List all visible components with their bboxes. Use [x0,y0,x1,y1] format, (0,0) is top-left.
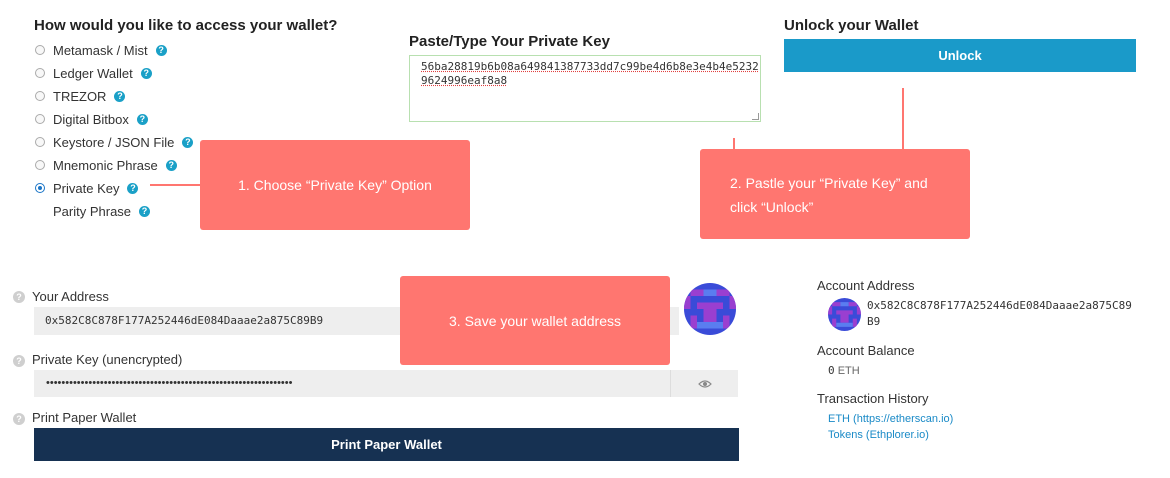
access-option-metamask-mist[interactable]: Metamask / Mist? [35,41,167,59]
access-option-label: Private Key [53,180,120,196]
toggle-visibility-button[interactable] [670,370,738,397]
help-icon[interactable]: ? [127,182,139,194]
access-option-parity-phrase[interactable]: Parity Phrase? [53,202,151,220]
identicon-avatar [684,283,736,335]
access-option-private-key[interactable]: Private Key? [35,179,139,197]
radio-button[interactable] [35,45,45,55]
resize-handle-icon[interactable] [752,113,759,120]
access-option-mnemonic-phrase[interactable]: Mnemonic Phrase? [35,156,177,174]
radio-button[interactable] [35,160,45,170]
access-option-label: Parity Phrase [53,203,132,219]
radio-button[interactable] [35,91,45,101]
help-icon[interactable]: ? [165,159,177,171]
help-icon[interactable]: ? [155,44,167,56]
access-option-keystore-json-file[interactable]: Keystore / JSON File? [35,133,194,151]
transaction-history-title: Transaction History [817,391,929,406]
access-option-label: Digital Bitbox [53,111,129,127]
etherscan-link[interactable]: ETH (https://etherscan.io) [828,413,953,425]
access-title: How would you like to access your wallet… [34,17,338,34]
callout-step-2: 2. Pastle your “Private Key” and click “… [700,149,970,239]
radio-button[interactable] [35,137,45,147]
radio-button[interactable] [35,68,45,78]
help-icon[interactable]: ? [114,90,126,102]
unlock-title: Unlock your Wallet [784,17,919,34]
radio-button[interactable] [35,114,45,124]
account-address-value: 0x582C8C878F177A252446dE084Daaae2a875C89… [867,299,1132,328]
help-icon[interactable]: ? [13,355,25,367]
private-key-label: Private Key (unencrypted) [32,352,183,367]
help-icon[interactable]: ? [182,136,194,148]
access-option-label: Metamask / Mist [53,42,148,58]
print-paper-wallet-button[interactable]: Print Paper Wallet [34,428,739,461]
radio-button[interactable] [35,183,45,193]
access-option-trezor[interactable]: TREZOR? [35,87,126,105]
callout-step-3: 3. Save your wallet address [400,276,670,365]
access-option-label: Ledger Wallet [53,65,133,81]
help-icon[interactable]: ? [13,291,25,303]
account-balance-title: Account Balance [817,343,915,358]
access-option-label: TREZOR [53,88,107,104]
callout-step-1: 1. Choose “Private Key” Option [200,140,470,230]
private-key-textarea[interactable]: 56ba28819b6b08a649841387733dd7c99be4d6b8… [409,55,761,122]
access-option-label: Mnemonic Phrase [53,157,158,173]
private-key-value: 56ba28819b6b08a649841387733dd7c99be4d6b8… [421,60,759,87]
help-icon[interactable]: ? [136,113,148,125]
private-key-title: Paste/Type Your Private Key [409,33,610,50]
private-key-field[interactable]: ••••••••••••••••••••••••••••••••••••••••… [34,370,670,397]
unlock-button[interactable]: Unlock [784,39,1136,72]
access-option-label: Keystore / JSON File [53,134,175,150]
account-balance-value: 0 ETH [828,364,860,377]
help-icon[interactable]: ? [139,205,151,217]
access-option-digital-bitbox[interactable]: Digital Bitbox? [35,110,148,128]
identicon-small [828,298,861,331]
ethplorer-link[interactable]: Tokens (Ethplorer.io) [828,429,929,441]
account-address-title: Account Address [817,278,915,293]
connector-line-1 [150,184,200,186]
address-label: Your Address [32,289,109,304]
help-icon[interactable]: ? [13,413,25,425]
connector-line-2 [902,88,904,150]
eye-icon [697,379,712,388]
print-label: Print Paper Wallet [32,410,137,425]
access-option-ledger-wallet[interactable]: Ledger Wallet? [35,64,152,82]
help-icon[interactable]: ? [140,67,152,79]
